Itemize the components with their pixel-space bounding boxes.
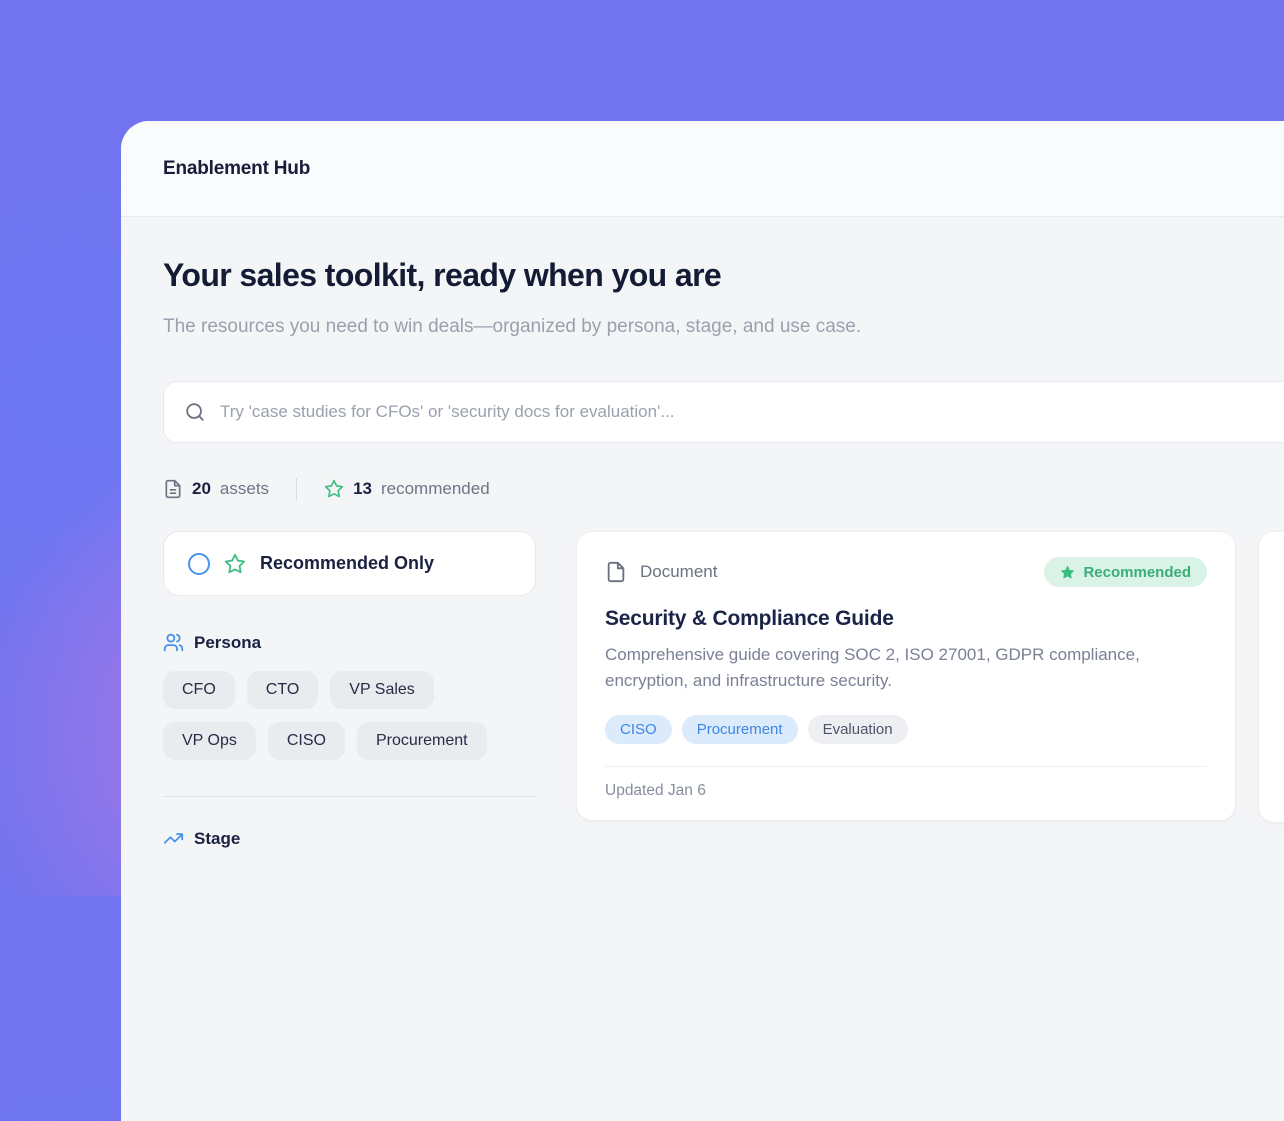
card-tags: CISO Procurement Evaluation (605, 715, 1207, 744)
file-icon (605, 561, 627, 583)
card-divider (605, 766, 1207, 767)
card-top-row: Document Recommended (605, 557, 1207, 587)
stats-row: 20 assets 13 recommended (163, 478, 1284, 500)
recommended-label: recommended (381, 479, 490, 499)
star-filled-icon (1060, 565, 1075, 580)
recommended-only-toggle[interactable]: Recommended Only (163, 531, 536, 596)
tag-procurement[interactable]: Procurement (682, 715, 798, 744)
assets-label: assets (220, 479, 269, 499)
app-header: Enablement Hub (121, 121, 1284, 217)
card-title: Security & Compliance Guide (605, 607, 1207, 631)
persona-chip-cto[interactable]: CTO (247, 671, 318, 709)
assets-stat: 20 assets (163, 479, 269, 499)
recommended-count: 13 (353, 479, 372, 499)
asset-card[interactable]: Document Recommended Security & Complian… (576, 531, 1236, 821)
card-updated: Updated Jan 6 (605, 782, 1207, 800)
search-icon (184, 401, 206, 423)
stats-divider (296, 478, 297, 500)
recommended-badge-label: Recommended (1083, 564, 1191, 581)
stage-section-label: Stage (194, 829, 240, 849)
recommended-badge: Recommended (1044, 557, 1207, 587)
radio-circle-icon[interactable] (188, 553, 210, 575)
assets-count: 20 (192, 479, 211, 499)
filters-sidebar: Recommended Only Persona CFO CTO VP Sale… (163, 531, 536, 849)
enablement-hub-panel: Enablement Hub Your sales toolkit, ready… (121, 121, 1284, 1121)
star-icon (224, 553, 246, 575)
card-type-label: Document (640, 562, 717, 582)
star-icon (324, 479, 344, 499)
stage-section-header: Stage (163, 828, 536, 849)
persona-chip-ciso[interactable]: CISO (268, 722, 345, 760)
app-title: Enablement Hub (163, 158, 310, 180)
search-input[interactable] (220, 382, 1284, 442)
page-subtitle: The resources you need to win deals—orga… (163, 309, 993, 345)
card-description: Comprehensive guide covering SOC 2, ISO … (605, 642, 1195, 695)
search-bar[interactable] (163, 381, 1284, 443)
trending-up-icon (163, 828, 184, 849)
persona-chip-vp-ops[interactable]: VP Ops (163, 722, 256, 760)
card-type: Document (605, 561, 717, 583)
sidebar-divider (163, 796, 536, 797)
persona-chips: CFO CTO VP Sales VP Ops CISO Procurement (163, 671, 536, 760)
tag-evaluation[interactable]: Evaluation (808, 715, 908, 744)
persona-chip-procurement[interactable]: Procurement (357, 722, 487, 760)
users-icon (163, 632, 184, 653)
asset-card-partial[interactable] (1258, 531, 1284, 823)
page-title: Your sales toolkit, ready when you are (163, 257, 1284, 294)
file-text-icon (163, 479, 183, 499)
main-content: Your sales toolkit, ready when you are T… (121, 217, 1284, 849)
recommended-only-label: Recommended Only (260, 553, 434, 574)
persona-section-header: Persona (163, 632, 536, 653)
persona-section-label: Persona (194, 633, 261, 653)
persona-chip-cfo[interactable]: CFO (163, 671, 235, 709)
content-grid: Recommended Only Persona CFO CTO VP Sale… (163, 531, 1284, 849)
recommended-stat: 13 recommended (324, 479, 490, 499)
tag-ciso[interactable]: CISO (605, 715, 672, 744)
persona-chip-vp-sales[interactable]: VP Sales (330, 671, 434, 709)
